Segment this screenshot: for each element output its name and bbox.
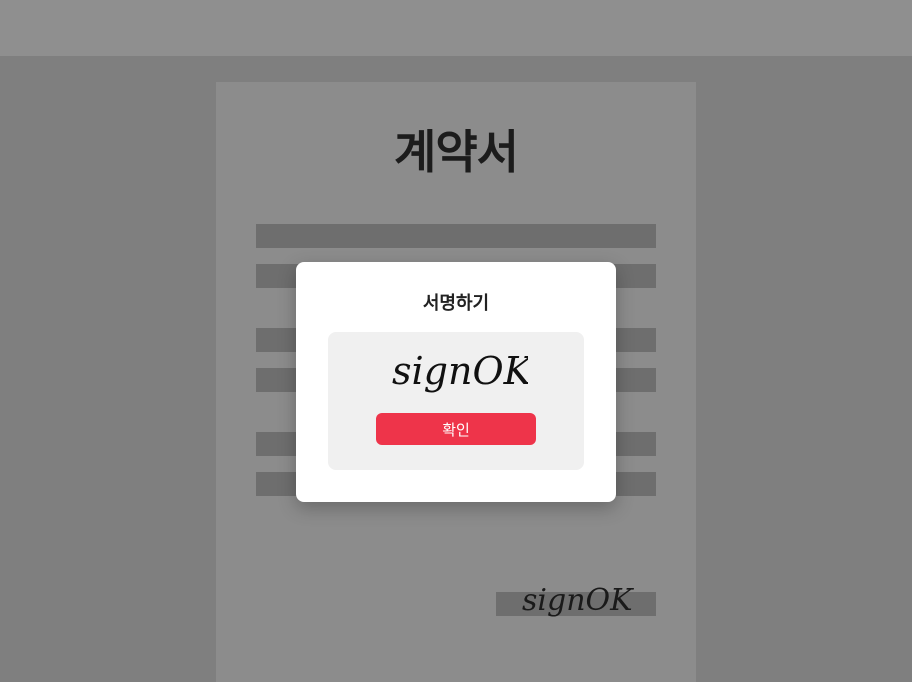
background-left <box>0 56 216 682</box>
document-signature: signOK <box>522 583 634 618</box>
document-title: 계약서 <box>394 125 519 179</box>
background-top-strip <box>216 56 696 82</box>
pad-signature-text: signOK <box>392 349 528 393</box>
pad-signature: signOK <box>392 349 528 393</box>
top-bar <box>0 0 912 56</box>
text-line-placeholder <box>256 224 656 248</box>
background-right <box>696 56 912 682</box>
modal-title: 서명하기 <box>422 293 490 314</box>
signature-pad[interactable]: signOK 확인 <box>328 332 584 470</box>
confirm-button[interactable]: 확인 <box>376 413 536 445</box>
sign-modal: 서명하기 signOK 확인 <box>296 262 616 502</box>
document-signature-text: signOK <box>522 583 634 618</box>
